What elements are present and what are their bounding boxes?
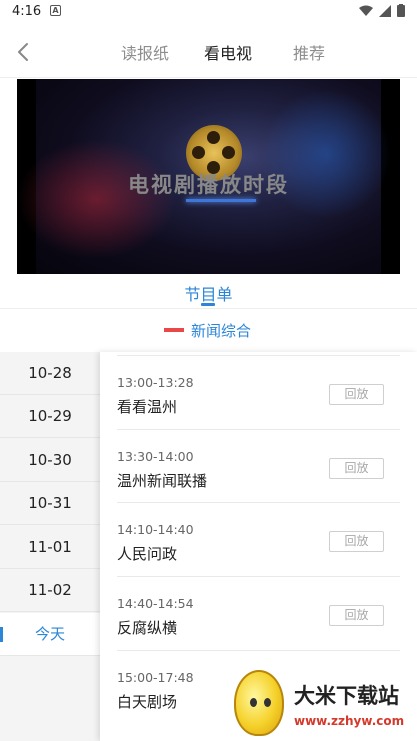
date-item[interactable]: 10-29 — [0, 395, 100, 438]
video-player[interactable]: 电视剧播放时段 — [17, 79, 400, 274]
program-time: 13:00-13:28 — [117, 375, 194, 390]
program-title: 反腐纵横 — [117, 619, 178, 637]
program-item[interactable]: 14:10-14:40 人民问政 回放 — [117, 502, 400, 576]
top-header: 读报纸 看电视 推荐 — [0, 24, 417, 78]
date-item[interactable]: 10-28 — [0, 352, 100, 395]
tab-read-newspaper[interactable]: 读报纸 — [121, 40, 169, 64]
date-item[interactable]: 11-01 — [0, 526, 100, 569]
date-sidebar: 10-28 10-29 10-30 10-31 11-01 11-02 今天 — [0, 352, 100, 741]
program-time: 14:10-14:40 — [117, 522, 194, 537]
chevron-left-icon[interactable] — [10, 36, 38, 68]
date-item[interactable]: 11-02 — [0, 569, 100, 612]
program-time: 13:30-14:00 — [117, 449, 194, 464]
site-watermark: 大米下载站 www.zzhyw.com — [228, 668, 417, 741]
program-item[interactable]: 14:40-14:54 反腐纵横 回放 — [117, 576, 400, 650]
wifi-icon — [359, 5, 373, 16]
program-title: 看看温州 — [117, 398, 178, 416]
program-title: 白天剧场 — [117, 693, 178, 711]
date-item[interactable]: 10-31 — [0, 482, 100, 525]
program-item[interactable]: 13:30-14:00 温州新闻联播 回放 — [117, 429, 400, 503]
watermark-title: 大米下载站 — [294, 684, 399, 708]
video-title-underline — [186, 199, 256, 202]
program-tab-indicator — [201, 303, 215, 306]
date-item-today[interactable]: 今天 — [0, 613, 100, 656]
video-title: 电视剧播放时段 — [128, 173, 289, 197]
active-indicator — [0, 627, 3, 642]
video-frame: 电视剧播放时段 — [17, 79, 391, 274]
replay-button[interactable]: 回放 — [329, 605, 384, 626]
program-item[interactable]: 13:00-13:28 看看温州 回放 — [117, 355, 400, 429]
watermark-url: www.zzhyw.com — [294, 714, 405, 728]
tab-watch-tv[interactable]: 看电视 — [204, 40, 252, 64]
program-title: 人民问政 — [117, 545, 178, 563]
status-icons — [359, 4, 405, 17]
program-time: 14:40-14:54 — [117, 596, 194, 611]
program-time: 15:00-17:48 — [117, 670, 194, 685]
status-time: 4:16 — [12, 4, 42, 19]
replay-button[interactable]: 回放 — [329, 384, 384, 405]
replay-button[interactable]: 回放 — [329, 458, 384, 479]
replay-button[interactable]: 回放 — [329, 531, 384, 552]
sim-icon: A — [50, 5, 61, 16]
divider — [0, 308, 417, 309]
channel-name: 新闻综合 — [191, 322, 252, 340]
tab-recommend[interactable]: 推荐 — [293, 40, 325, 64]
signal-icon — [379, 4, 391, 17]
program-list-tab[interactable]: 节目单 — [0, 281, 417, 305]
channel-logo-icon — [164, 328, 184, 332]
battery-icon — [397, 4, 405, 17]
program-title: 温州新闻联播 — [117, 472, 208, 490]
mascot-logo — [234, 670, 284, 736]
status-bar: 4:16 A — [0, 0, 417, 24]
date-item[interactable]: 10-30 — [0, 439, 100, 482]
